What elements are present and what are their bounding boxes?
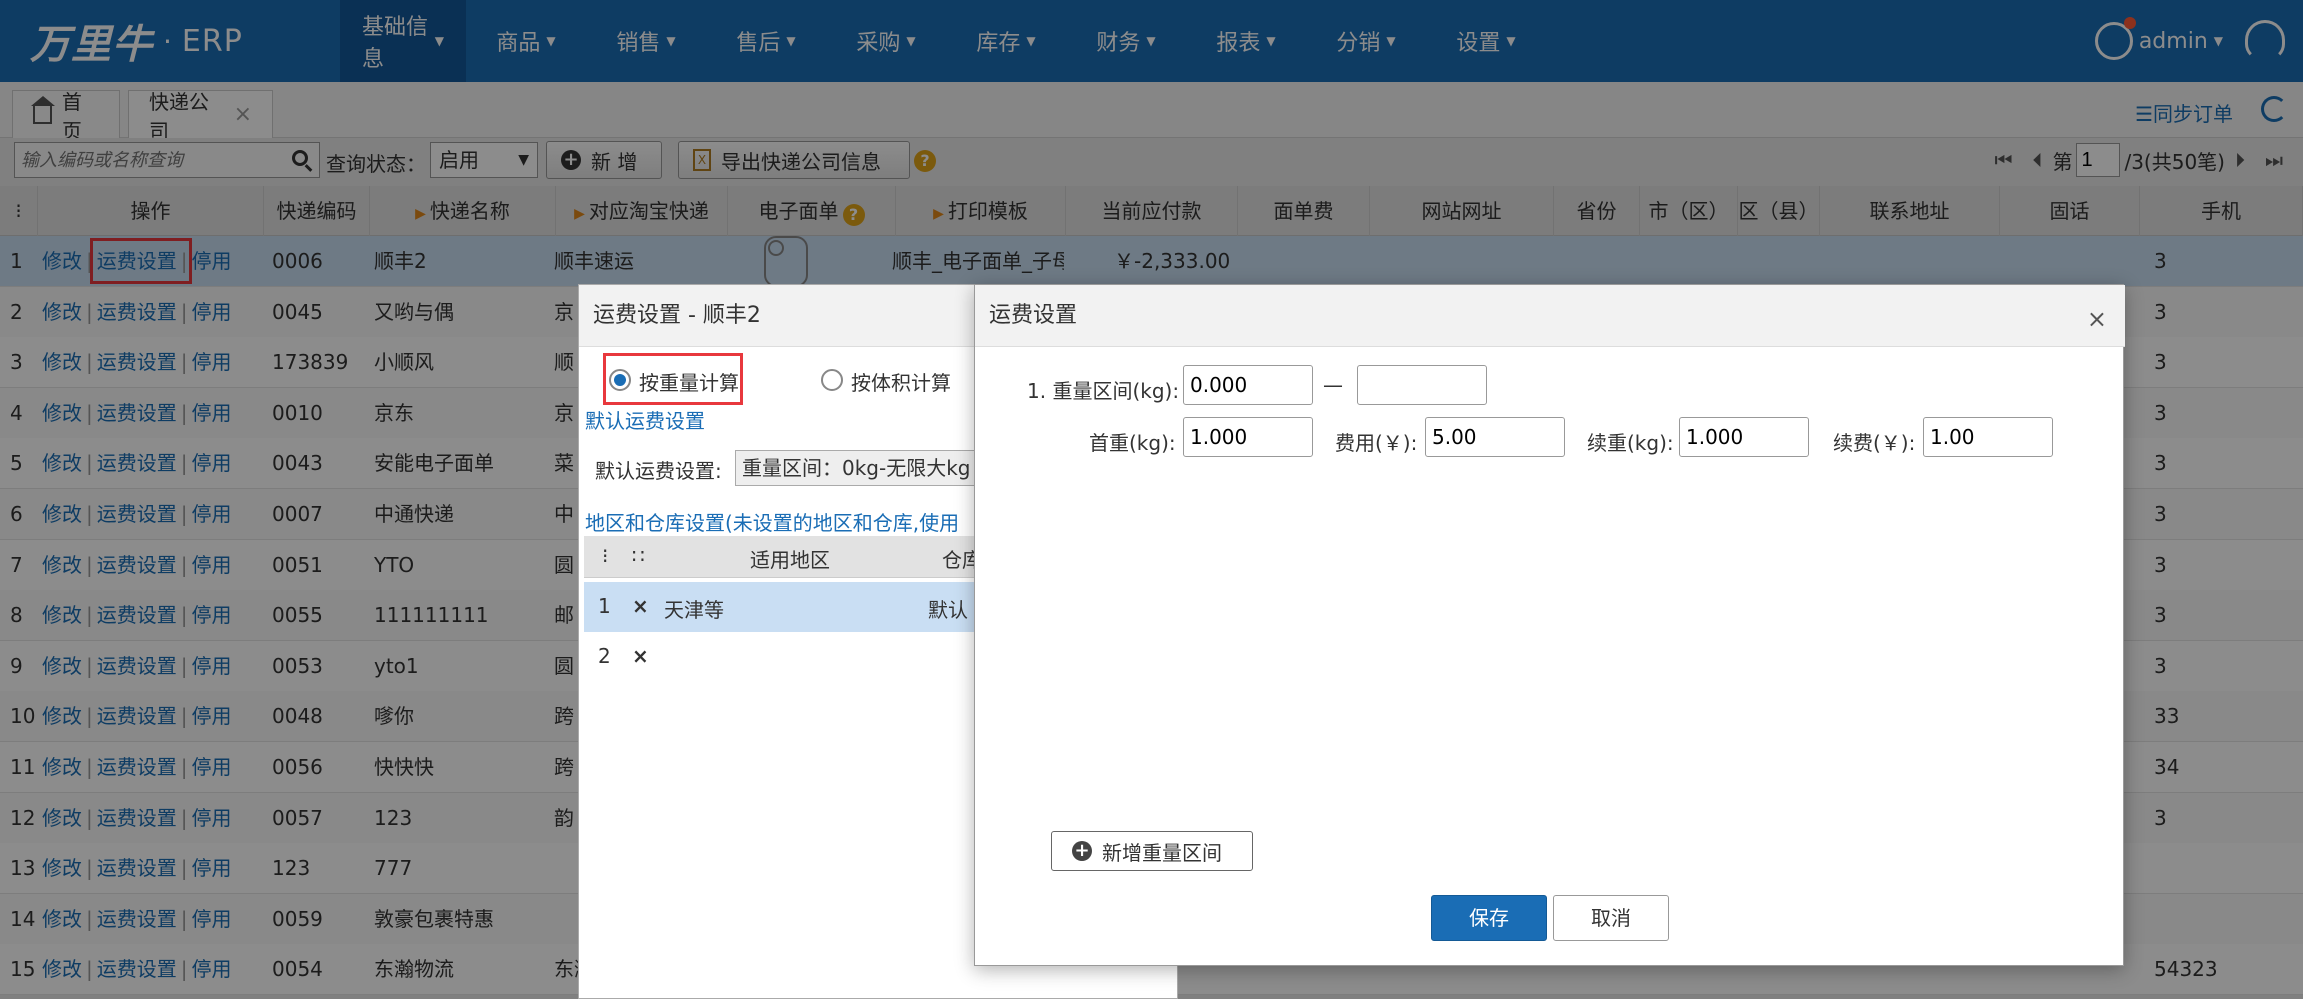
add-range-label: 新增重量区间 <box>1102 840 1222 865</box>
additional-weight-input[interactable] <box>1679 417 1809 457</box>
radio-by-volume[interactable] <box>821 369 843 391</box>
plus-icon: + <box>1072 841 1092 861</box>
radio-by-weight-label: 按重量计算 <box>639 371 739 395</box>
default-value[interactable]: 重量区间：0kg-无限大kg <box>735 450 985 486</box>
radio-by-weight[interactable] <box>609 369 631 391</box>
col-drag: ∷ <box>632 544 645 568</box>
radio-by-volume-label: 按体积计算 <box>851 371 951 395</box>
weight-range-to-input[interactable] <box>1357 365 1487 405</box>
close-icon[interactable]: × <box>2087 305 2107 333</box>
region-table-header: ⁝ ∷ 适用地区 仓库 <box>584 536 984 578</box>
save-button[interactable]: 保存 <box>1431 895 1547 941</box>
fee-label: 费用(￥): <box>1335 431 1418 455</box>
delete-icon[interactable]: × <box>632 594 649 618</box>
fee-input[interactable] <box>1425 417 1565 457</box>
region-row[interactable]: 1 × 天津等 默认 <box>584 582 984 632</box>
weight-range-label: 1. 重量区间(kg): <box>1027 379 1180 403</box>
weight-range-from-input[interactable] <box>1183 365 1313 405</box>
delete-icon[interactable]: × <box>632 644 649 668</box>
region-row[interactable]: 2 × <box>584 632 984 682</box>
dialog-title: 运费设置 <box>975 285 2125 347</box>
cancel-button[interactable]: 取消 <box>1553 895 1669 941</box>
region-cell: 天津等 <box>664 598 724 622</box>
col-handle: ⁝ <box>602 544 609 568</box>
additional-fee-label: 续费(￥): <box>1833 431 1916 455</box>
first-weight-label: 首重(kg): <box>1089 431 1176 455</box>
default-label: 默认运费设置: <box>595 459 722 483</box>
row-number: 2 <box>598 644 611 668</box>
section-default: 默认运费设置 <box>585 409 705 433</box>
range-dash: — <box>1323 373 1343 397</box>
section-region: 地区和仓库设置(未设置的地区和仓库,使用 <box>585 511 960 535</box>
add-weight-range-button[interactable]: + 新增重量区间 <box>1051 831 1253 871</box>
row-number: 1 <box>598 594 611 618</box>
freight-settings-dialog: 运费设置 × 1. 重量区间(kg): — 首重(kg): 费用(￥): 续重(… <box>974 284 2125 966</box>
additional-fee-input[interactable] <box>1923 417 2053 457</box>
warehouse-cell: 默认 <box>928 598 968 622</box>
col-region: 适用地区 <box>750 548 830 572</box>
additional-weight-label: 续重(kg): <box>1587 431 1674 455</box>
first-weight-input[interactable] <box>1183 417 1313 457</box>
